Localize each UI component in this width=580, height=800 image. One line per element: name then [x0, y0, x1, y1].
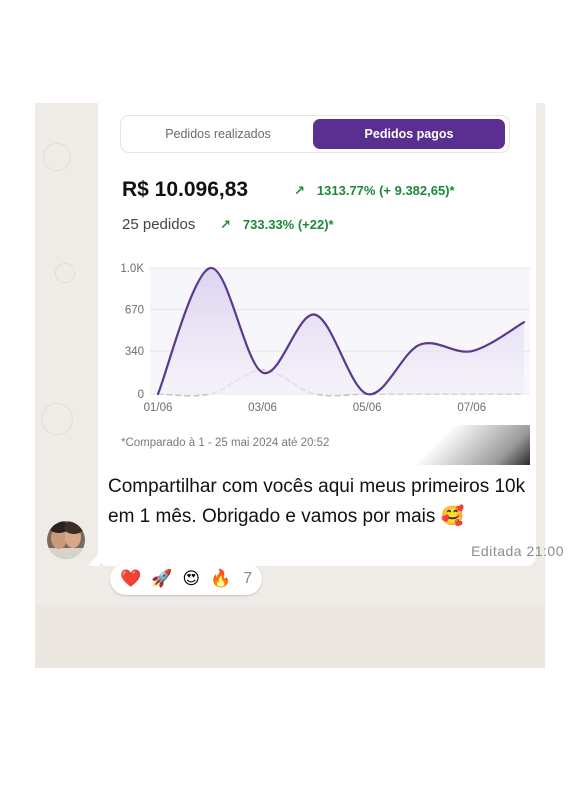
- reaction-rocket: 🚀: [151, 569, 173, 588]
- x-tick-label: 05/06: [353, 402, 382, 414]
- comparison-footnote: *Comparado à 1 - 25 mai 2024 até 20:52: [121, 437, 330, 449]
- y-tick-label: 1.0K: [120, 263, 144, 275]
- revenue-growth-value: 1313.77% (+ 9.382,65)*: [316, 183, 455, 198]
- sales-line-chart: 0 340 670 1.0K 01/06 03/06 05/06 07/06: [120, 263, 530, 414]
- y-tick-label: 670: [125, 305, 144, 317]
- revenue-amount: R$ 10.096,83: [122, 178, 249, 201]
- orders-count: 25 pedidos: [122, 216, 196, 233]
- sender-avatar[interactable]: [47, 521, 85, 559]
- revenue-growth: ↗ 1313.77% (+ 9.382,65)*: [294, 183, 455, 199]
- reaction-heart-eyes: 😍: [182, 569, 201, 588]
- message-status: Editada 21:00: [471, 543, 564, 559]
- y-tick-label: 340: [125, 346, 144, 358]
- x-tick-label: 07/06: [457, 402, 486, 414]
- trend-up-icon: ↗: [220, 217, 231, 232]
- message-text: Compartilhar com vocês aqui meus primeir…: [108, 476, 526, 527]
- reaction-fire: 🔥: [210, 569, 232, 588]
- shared-screenshot[interactable]: Pedidos realizados Pedidos pagos R$ 10.0…: [108, 103, 530, 465]
- reaction-heart: ❤️: [120, 569, 142, 588]
- x-tick-label: 01/06: [144, 402, 173, 414]
- x-tick-label: 03/06: [248, 402, 277, 414]
- orders-growth-value: 733.33% (+22)*: [242, 217, 334, 232]
- chat-footer-area: [35, 604, 545, 668]
- tab-pedidos-pagos: Pedidos pagos: [313, 119, 505, 149]
- y-tick-label: 0: [138, 389, 144, 401]
- tab-pedidos-realizados: Pedidos realizados: [165, 127, 271, 141]
- order-type-toggle: Pedidos realizados Pedidos pagos: [120, 115, 510, 153]
- reaction-count: 7: [243, 570, 253, 587]
- screenshot-edge-shadow: [390, 425, 530, 465]
- orders-growth: ↗ 733.33% (+22)*: [220, 217, 334, 233]
- trend-up-icon: ↗: [294, 183, 305, 198]
- reactions-bar[interactable]: ❤️ 🚀 😍 🔥 7: [110, 563, 263, 595]
